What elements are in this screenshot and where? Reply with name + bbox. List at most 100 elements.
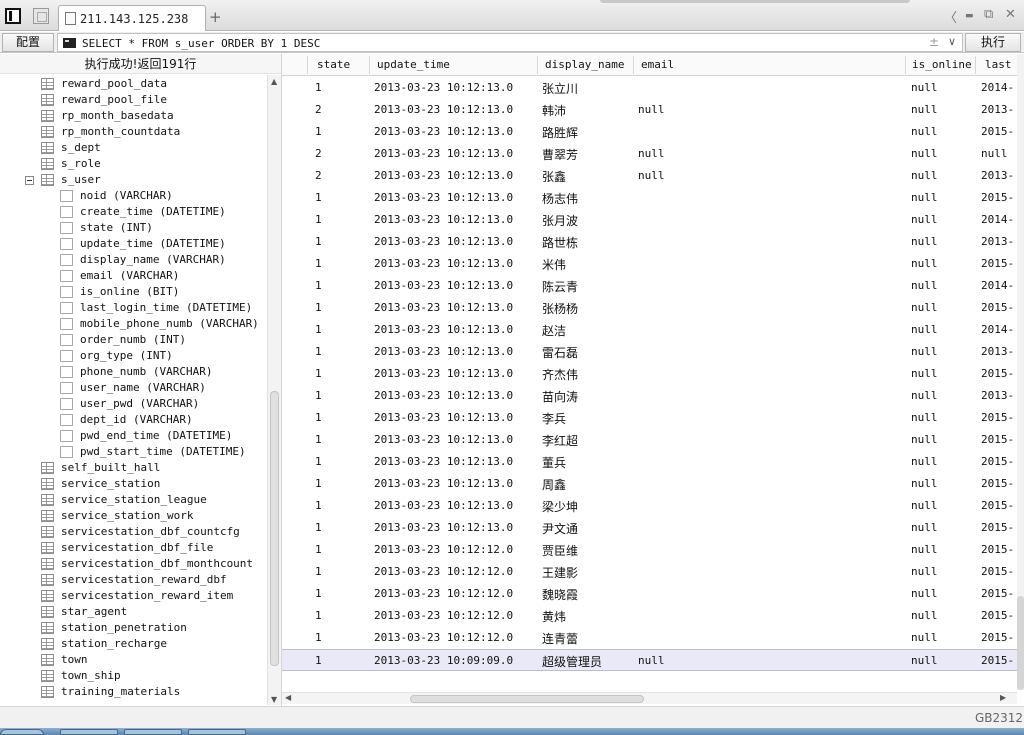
panel-toggle-icon[interactable]: [5, 8, 21, 24]
table-cell[interactable]: 张鑫: [542, 168, 566, 185]
table-cell[interactable]: null: [911, 323, 938, 336]
tree-item-column[interactable]: order_numb (INT): [0, 332, 266, 348]
table-cell[interactable]: 张月波: [542, 212, 578, 229]
table-cell[interactable]: null: [911, 257, 938, 270]
table-row[interactable]: 1 2013-03-23 10:12:13.0 董兵 null 2015-: [282, 451, 1017, 473]
table-row[interactable]: 1 2013-03-23 10:12:12.0 魏晓霞 null 2015-: [282, 583, 1017, 605]
table-cell[interactable]: null: [911, 103, 938, 116]
table-row[interactable]: 1 2013-03-23 10:12:13.0 米伟 null 2015-: [282, 253, 1017, 275]
table-cell[interactable]: 尹文通: [542, 520, 578, 537]
table-cell[interactable]: 王建影: [542, 564, 578, 581]
table-cell[interactable]: 2013-03-23 10:12:12.0: [374, 587, 513, 600]
table-cell[interactable]: 2013-03-23 10:12:13.0: [374, 125, 513, 138]
table-cell[interactable]: 2013-03-23 10:12:13.0: [374, 191, 513, 204]
table-cell[interactable]: 2013-03-23 10:12:12.0: [374, 631, 513, 644]
table-cell[interactable]: 董兵: [542, 454, 566, 471]
table-cell[interactable]: 1: [315, 477, 322, 490]
table-cell[interactable]: 2013-03-23 10:12:13.0: [374, 411, 513, 424]
tree-item-column[interactable]: phone_numb (VARCHAR): [0, 364, 266, 380]
table-row[interactable]: 1 2013-03-23 10:12:13.0 路胜辉 null 2015-: [282, 121, 1017, 143]
table-cell[interactable]: 1: [315, 345, 322, 358]
tree-scrollbar[interactable]: ▲ ▼: [267, 75, 281, 705]
scroll-down-icon[interactable]: ▼: [271, 695, 277, 704]
table-cell[interactable]: 1: [315, 433, 322, 446]
table-cell[interactable]: 2013-: [981, 345, 1014, 358]
table-cell[interactable]: 1: [315, 609, 322, 622]
table-cell[interactable]: null: [638, 169, 665, 182]
table-cell[interactable]: 米伟: [542, 256, 566, 273]
table-cell[interactable]: 2015-: [981, 125, 1014, 138]
table-cell[interactable]: null: [911, 125, 938, 138]
table-row[interactable]: 1 2013-03-23 10:12:12.0 连青蕾 null 2015-: [282, 627, 1017, 649]
table-cell[interactable]: 梁少坤: [542, 498, 578, 515]
table-cell[interactable]: 杨志伟: [542, 190, 578, 207]
tree-item-table[interactable]: servicestation_dbf_monthcount: [0, 556, 266, 572]
table-row[interactable]: 1 2013-03-23 10:12:12.0 黄炜 null 2015-: [282, 605, 1017, 627]
table-cell[interactable]: null: [911, 543, 938, 556]
table-cell[interactable]: 2013-03-23 10:09:09.0: [374, 654, 513, 667]
table-cell[interactable]: 2015-: [981, 477, 1014, 490]
table-cell[interactable]: 2013-03-23 10:12:13.0: [374, 367, 513, 380]
table-cell[interactable]: null: [911, 433, 938, 446]
column-header[interactable]: state: [317, 58, 350, 71]
table-cell[interactable]: 2013-03-23 10:12:13.0: [374, 477, 513, 490]
table-row[interactable]: 2 2013-03-23 10:12:13.0 韩沛 null null 2013-: [282, 99, 1017, 121]
table-cell[interactable]: 1: [315, 543, 322, 556]
tree-item-column[interactable]: user_name (VARCHAR): [0, 380, 266, 396]
table-cell[interactable]: 1: [315, 257, 322, 270]
tree-item-column[interactable]: pwd_start_time (DATETIME): [0, 444, 266, 460]
tree-item-table[interactable]: servicestation_reward_item: [0, 588, 266, 604]
table-cell[interactable]: 2013-03-23 10:12:12.0: [374, 609, 513, 622]
column-resize-handle[interactable]: [633, 56, 634, 74]
window-icon[interactable]: [33, 8, 49, 24]
table-cell[interactable]: 魏晓霞: [542, 586, 578, 603]
table-cell[interactable]: 2015-: [981, 543, 1014, 556]
table-row[interactable]: 1 2013-03-23 10:12:13.0 赵洁 null 2014-: [282, 319, 1017, 341]
table-row[interactable]: 1 2013-03-23 10:12:13.0 梁少坤 null 2015-: [282, 495, 1017, 517]
table-row[interactable]: 1 2013-03-23 10:12:13.0 张立川 null 2014-: [282, 77, 1017, 99]
scroll-right-icon[interactable]: ▶: [1000, 693, 1006, 702]
table-cell[interactable]: 2015-: [981, 499, 1014, 512]
table-cell[interactable]: 1: [315, 631, 322, 644]
table-cell[interactable]: 1: [315, 213, 322, 226]
table-cell[interactable]: 2014-: [981, 279, 1014, 292]
table-cell[interactable]: 2013-03-23 10:12:13.0: [374, 455, 513, 468]
tree-item-column[interactable]: last_login_time (DATETIME): [0, 300, 266, 316]
table-row[interactable]: 1 2013-03-23 10:12:12.0 王建影 null 2015-: [282, 561, 1017, 583]
table-cell[interactable]: 2013-03-23 10:12:13.0: [374, 433, 513, 446]
table-cell[interactable]: 2013-03-23 10:12:13.0: [374, 257, 513, 270]
table-row[interactable]: 1 2013-03-23 10:12:13.0 雷石磊 null 2013-: [282, 341, 1017, 363]
table-cell[interactable]: 黄炜: [542, 608, 566, 625]
table-cell[interactable]: 2: [315, 147, 322, 160]
table-cell[interactable]: null: [911, 587, 938, 600]
tree-item-table[interactable]: servicestation_dbf_file: [0, 540, 266, 556]
table-cell[interactable]: 2014-: [981, 213, 1014, 226]
tree-item-column[interactable]: org_type (INT): [0, 348, 266, 364]
table-cell[interactable]: null: [911, 477, 938, 490]
table-cell[interactable]: 2015-: [981, 257, 1014, 270]
scroll-left-icon[interactable]: ◀: [285, 693, 291, 702]
table-cell[interactable]: 李兵: [542, 410, 566, 427]
table-cell[interactable]: 李红超: [542, 432, 578, 449]
table-cell[interactable]: 2015-: [981, 587, 1014, 600]
table-cell[interactable]: 2015-: [981, 565, 1014, 578]
table-cell[interactable]: 陈云青: [542, 278, 578, 295]
table-cell[interactable]: 1: [315, 389, 322, 402]
column-resize-handle[interactable]: [905, 56, 906, 74]
table-cell[interactable]: 2013-03-23 10:12:13.0: [374, 235, 513, 248]
table-cell[interactable]: 2015-: [981, 411, 1014, 424]
tree-item-table[interactable]: town_ship: [0, 668, 266, 684]
table-cell[interactable]: 2013-03-23 10:12:12.0: [374, 565, 513, 578]
table-cell[interactable]: 1: [315, 81, 322, 94]
table-cell[interactable]: 2013-03-23 10:12:13.0: [374, 103, 513, 116]
table-cell[interactable]: null: [911, 609, 938, 622]
table-cell[interactable]: null: [638, 147, 665, 160]
table-cell[interactable]: 2015-: [981, 631, 1014, 644]
chevron-down-icon[interactable]: ∨: [948, 35, 956, 48]
table-row[interactable]: 1 2013-03-23 10:09:09.0 超级管理员 null null 2015-: [282, 649, 1017, 671]
config-button[interactable]: 配置: [2, 33, 54, 52]
tree-item-column[interactable]: user_pwd (VARCHAR): [0, 396, 266, 412]
table-cell[interactable]: 周鑫: [542, 476, 566, 493]
table-cell[interactable]: 2013-03-23 10:12:13.0: [374, 345, 513, 358]
collapse-icon[interactable]: [25, 176, 34, 185]
